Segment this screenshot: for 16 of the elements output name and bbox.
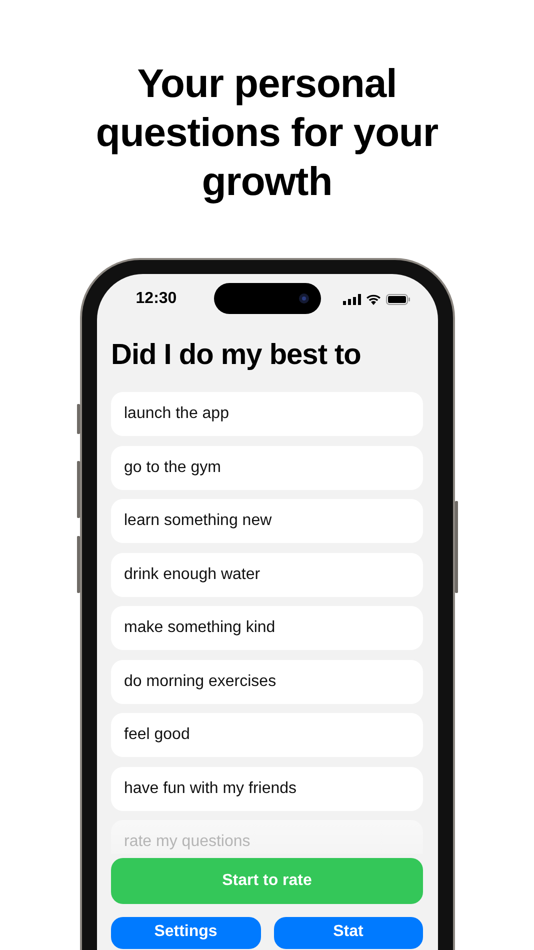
question-item[interactable]: do morning exercises xyxy=(111,660,423,704)
screen-title: Did I do my best to xyxy=(111,338,362,373)
battery-icon xyxy=(386,294,410,304)
question-item[interactable]: have fun with my friends xyxy=(111,766,423,810)
nav-button[interactable]: Stat xyxy=(274,917,423,949)
headline: Your personal questions for your growth xyxy=(94,61,440,206)
status-time: 12:30 xyxy=(136,290,177,308)
question-item[interactable]: drink enough water xyxy=(111,552,423,596)
nav-button[interactable]: Settings xyxy=(111,917,260,949)
question-item[interactable]: learn something new xyxy=(111,499,423,543)
signal-icon xyxy=(343,294,362,304)
question-item[interactable]: make something kind xyxy=(111,606,423,650)
question-item[interactable]: feel good xyxy=(111,713,423,757)
wifi-icon xyxy=(366,294,382,304)
question-item[interactable]: launch the app xyxy=(111,392,423,436)
question-item[interactable]: go to the gym xyxy=(111,446,423,490)
